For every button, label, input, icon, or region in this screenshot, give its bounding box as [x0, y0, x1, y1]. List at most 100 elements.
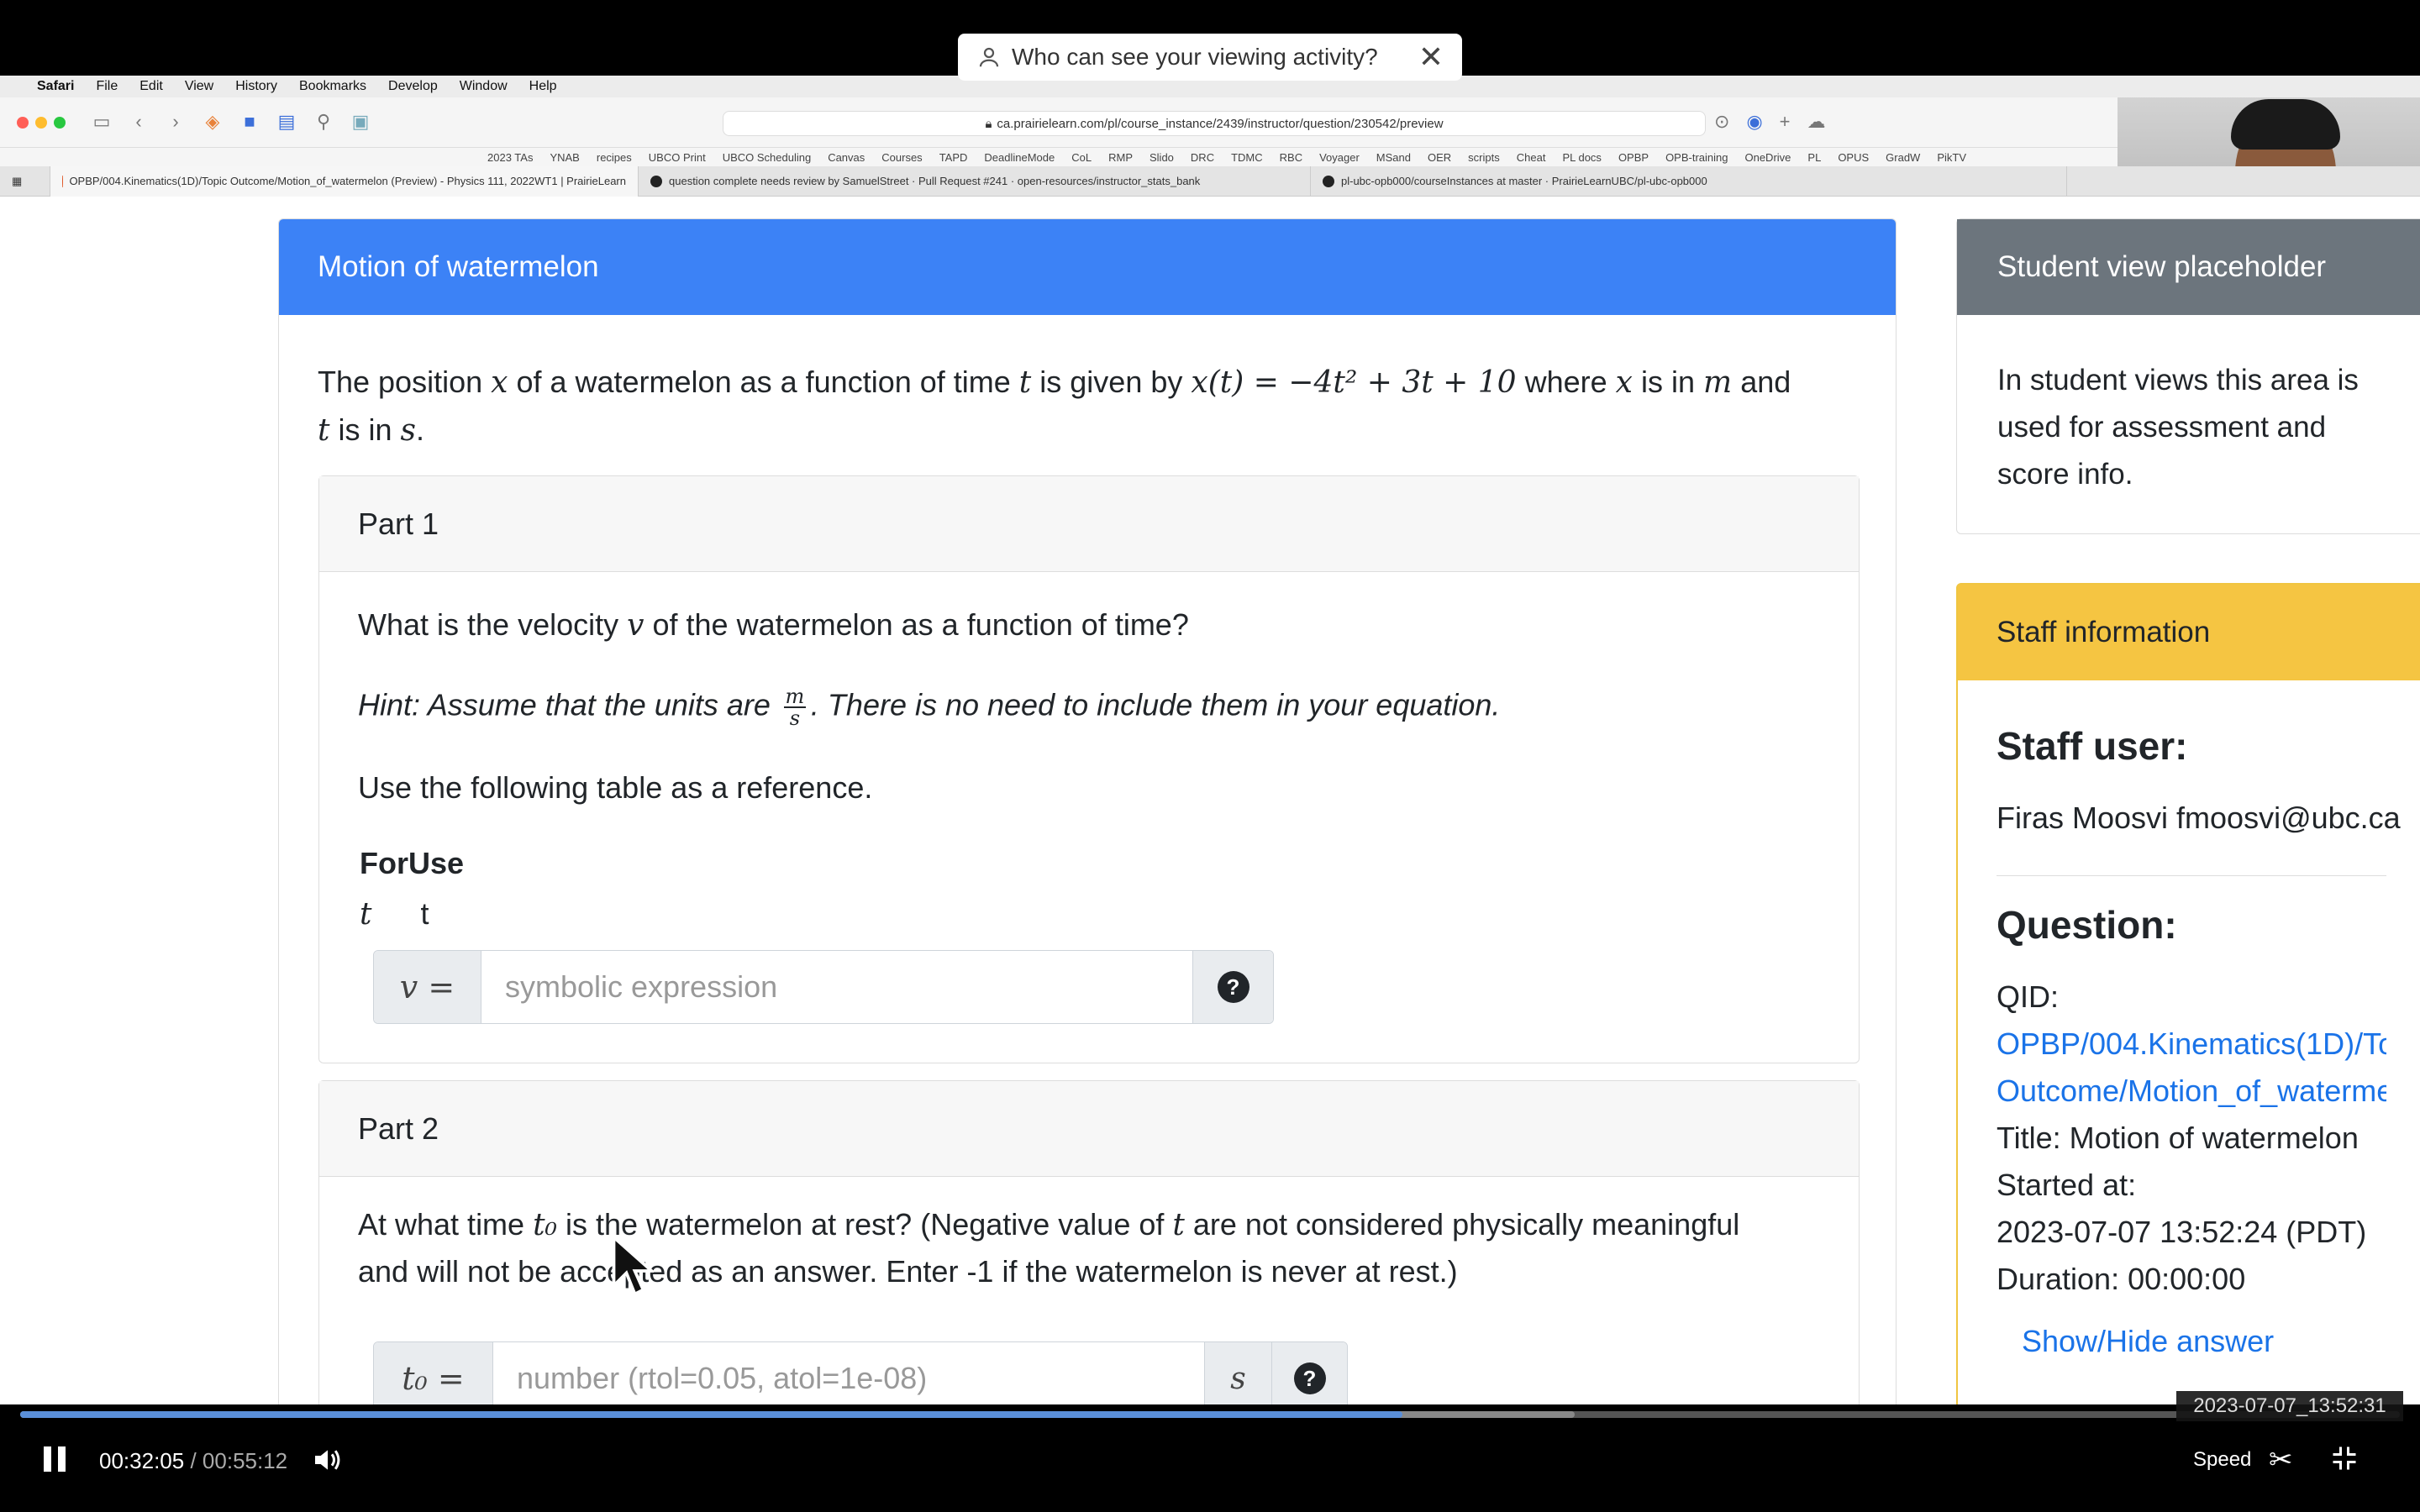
bookmark-item[interactable]: UBCO Scheduling — [723, 151, 812, 164]
video-progress-bar[interactable] — [20, 1411, 2400, 1418]
pause-icon[interactable] — [44, 1446, 66, 1472]
mouse-cursor-icon — [612, 1235, 654, 1297]
tab-github-pr[interactable]: question complete needs review by Samuel… — [639, 165, 1311, 197]
bookmark-item[interactable]: scripts — [1468, 151, 1500, 164]
bookmark-item[interactable]: DRC — [1191, 151, 1214, 164]
bookmark-item[interactable]: DeadlineMode — [984, 151, 1055, 164]
bookmark-item[interactable]: Cheat — [1517, 151, 1546, 164]
bookmark-item[interactable]: Slido — [1150, 151, 1174, 164]
menu-window[interactable]: Window — [460, 79, 508, 94]
bookmark-item[interactable]: Voyager — [1319, 151, 1360, 164]
menu-develop[interactable]: Develop — [388, 79, 438, 94]
qid-link[interactable]: OPBP/004.Kinematics(1D)/Topi — [1996, 1021, 2386, 1068]
question-icon: ? — [1217, 971, 1249, 1003]
menu-safari[interactable]: Safari — [37, 79, 74, 94]
notice-text: Who can see your viewing activity? — [1012, 44, 1378, 70]
show-hide-answer-link[interactable]: Show/Hide answer — [2022, 1318, 2386, 1365]
menu-help[interactable]: Help — [529, 79, 557, 94]
back-icon[interactable]: ‹ — [128, 111, 150, 133]
question-intro: The position x of a watermelon as a func… — [318, 365, 1791, 448]
extension-icon[interactable]: ▣ — [350, 111, 371, 133]
extension-icon[interactable]: ■ — [239, 111, 260, 133]
bookmark-item[interactable]: GradW — [1886, 151, 1920, 164]
close-window-icon[interactable] — [17, 117, 29, 129]
duration: Duration: 00:00:00 — [1996, 1262, 2246, 1296]
menu-view[interactable]: View — [185, 79, 213, 94]
password-icon[interactable]: ◉ — [1746, 111, 1762, 133]
time-input[interactable]: number (rtol=0.05, atol=1e-08) — [493, 1342, 1204, 1404]
position-equation: x(t) = −4t² + 3t + 10 — [1191, 365, 1517, 400]
part-1-hint: Hint: Assume that the units are ms . The… — [358, 685, 1501, 730]
new-tab-icon[interactable]: + — [1780, 111, 1791, 133]
time-unit: s — [1204, 1342, 1271, 1404]
zoom-window-icon[interactable] — [54, 117, 66, 129]
bookmark-item[interactable]: TAPD — [939, 151, 968, 164]
bookmark-item[interactable]: OER — [1428, 151, 1451, 164]
address-bar[interactable]: 🔒︎ ca.prairielearn.com/pl/course_instanc… — [723, 111, 1706, 136]
bookmark-item[interactable]: Courses — [881, 151, 922, 164]
bookmark-item[interactable]: RBC — [1280, 151, 1302, 164]
extension-icon[interactable]: ⚲ — [313, 111, 334, 133]
page-content: Motion of watermelon The position x of a… — [0, 197, 2420, 1404]
velocity-input[interactable]: symbolic expression — [481, 951, 1192, 1023]
student-view-title: Student view placeholder — [1957, 219, 2420, 315]
staff-info-title: Staff information — [1958, 585, 2420, 680]
cloud-icon[interactable]: ☁ — [1807, 111, 1826, 133]
bookmark-item[interactable]: MSand — [1376, 151, 1411, 164]
bookmark-item[interactable]: RMP — [1108, 151, 1133, 164]
close-icon[interactable]: ✕ — [1418, 39, 1444, 75]
units-fraction: ms — [783, 685, 806, 730]
student-view-card: Student view placeholder In student view… — [1956, 218, 2420, 534]
bookmark-item[interactable]: PikTV — [1937, 151, 1966, 164]
bookmark-item[interactable]: TDMC — [1231, 151, 1263, 164]
part-1-header: Part 1 — [319, 476, 1859, 572]
viewing-activity-notice[interactable]: Who can see your viewing activity? ✕ — [958, 34, 1462, 81]
download-icon[interactable]: ⊙ — [1714, 111, 1729, 133]
bookmark-item[interactable]: UBCO Print — [649, 151, 706, 164]
menu-edit[interactable]: Edit — [139, 79, 163, 94]
minimize-window-icon[interactable] — [35, 117, 47, 129]
bookmark-item[interactable]: 2023 TAs — [487, 151, 533, 164]
person-icon — [979, 47, 999, 67]
timestamp-tooltip: 2023-07-07_13:52:31 — [2176, 1391, 2403, 1421]
student-view-text: In student views this area is used for a… — [1997, 364, 2359, 491]
staff-user: Firas Moosvi fmoosvi@ubc.ca — [1996, 801, 2401, 835]
speed-button[interactable]: Speed — [2193, 1448, 2251, 1472]
sidebar-toggle-icon[interactable]: ▭ — [91, 111, 113, 133]
menu-bookmarks[interactable]: Bookmarks — [299, 79, 366, 94]
forward-icon[interactable]: › — [165, 111, 187, 133]
bookmark-item[interactable]: Canvas — [828, 151, 865, 164]
qid-link[interactable]: Outcome/Motion_of_watermelo — [1996, 1068, 2386, 1115]
volume-icon[interactable] — [311, 1443, 345, 1477]
github-favicon-icon — [650, 175, 662, 187]
bookmark-item[interactable]: OPB-training — [1665, 151, 1728, 164]
bookmark-item[interactable]: YNAB — [550, 151, 579, 164]
scissors-icon[interactable]: ✂ — [2269, 1443, 2293, 1477]
bookmark-item[interactable]: PL docs — [1562, 151, 1602, 164]
question-title: Motion of watermelon — [279, 219, 1896, 315]
part-2-question: At what time t₀ is the watermelon at res… — [358, 1207, 1740, 1242]
reference-table-row: t t — [360, 896, 429, 932]
menu-history[interactable]: History — [235, 79, 277, 94]
tab-overview-icon[interactable]: ▦ — [0, 165, 50, 197]
help-button[interactable]: ? — [1271, 1342, 1347, 1404]
extension-icon[interactable]: ▤ — [276, 111, 297, 133]
question-heading: Question: — [1996, 903, 2177, 947]
part-2-header: Part 2 — [319, 1081, 1859, 1177]
tab-github-repo[interactable]: pl-ubc-opb000/courseInstances at master … — [1311, 165, 2067, 197]
bookmark-item[interactable]: recipes — [597, 151, 632, 164]
exit-fullscreen-icon[interactable] — [2329, 1443, 2360, 1473]
bookmark-item[interactable]: OneDrive — [1744, 151, 1791, 164]
part-1-table-intro: Use the following table as a reference. — [358, 770, 873, 805]
extension-icon[interactable]: ◈ — [202, 111, 224, 133]
started-label: Started at: — [1996, 1168, 2137, 1202]
tab-prairielearn[interactable]: OPBP/004.Kinematics(1D)/Topic Outcome/Mo… — [50, 165, 639, 197]
question-card: Motion of watermelon The position x of a… — [278, 218, 1897, 1404]
menu-file[interactable]: File — [96, 79, 118, 94]
bookmark-item[interactable]: CoL — [1071, 151, 1092, 164]
help-button[interactable]: ? — [1192, 951, 1273, 1023]
bookmark-item[interactable]: PL — [1807, 151, 1821, 164]
bookmark-item[interactable]: OPUS — [1838, 151, 1869, 164]
bookmark-item[interactable]: OPBP — [1618, 151, 1649, 164]
time-input-prefix: t₀ = — [374, 1342, 493, 1404]
